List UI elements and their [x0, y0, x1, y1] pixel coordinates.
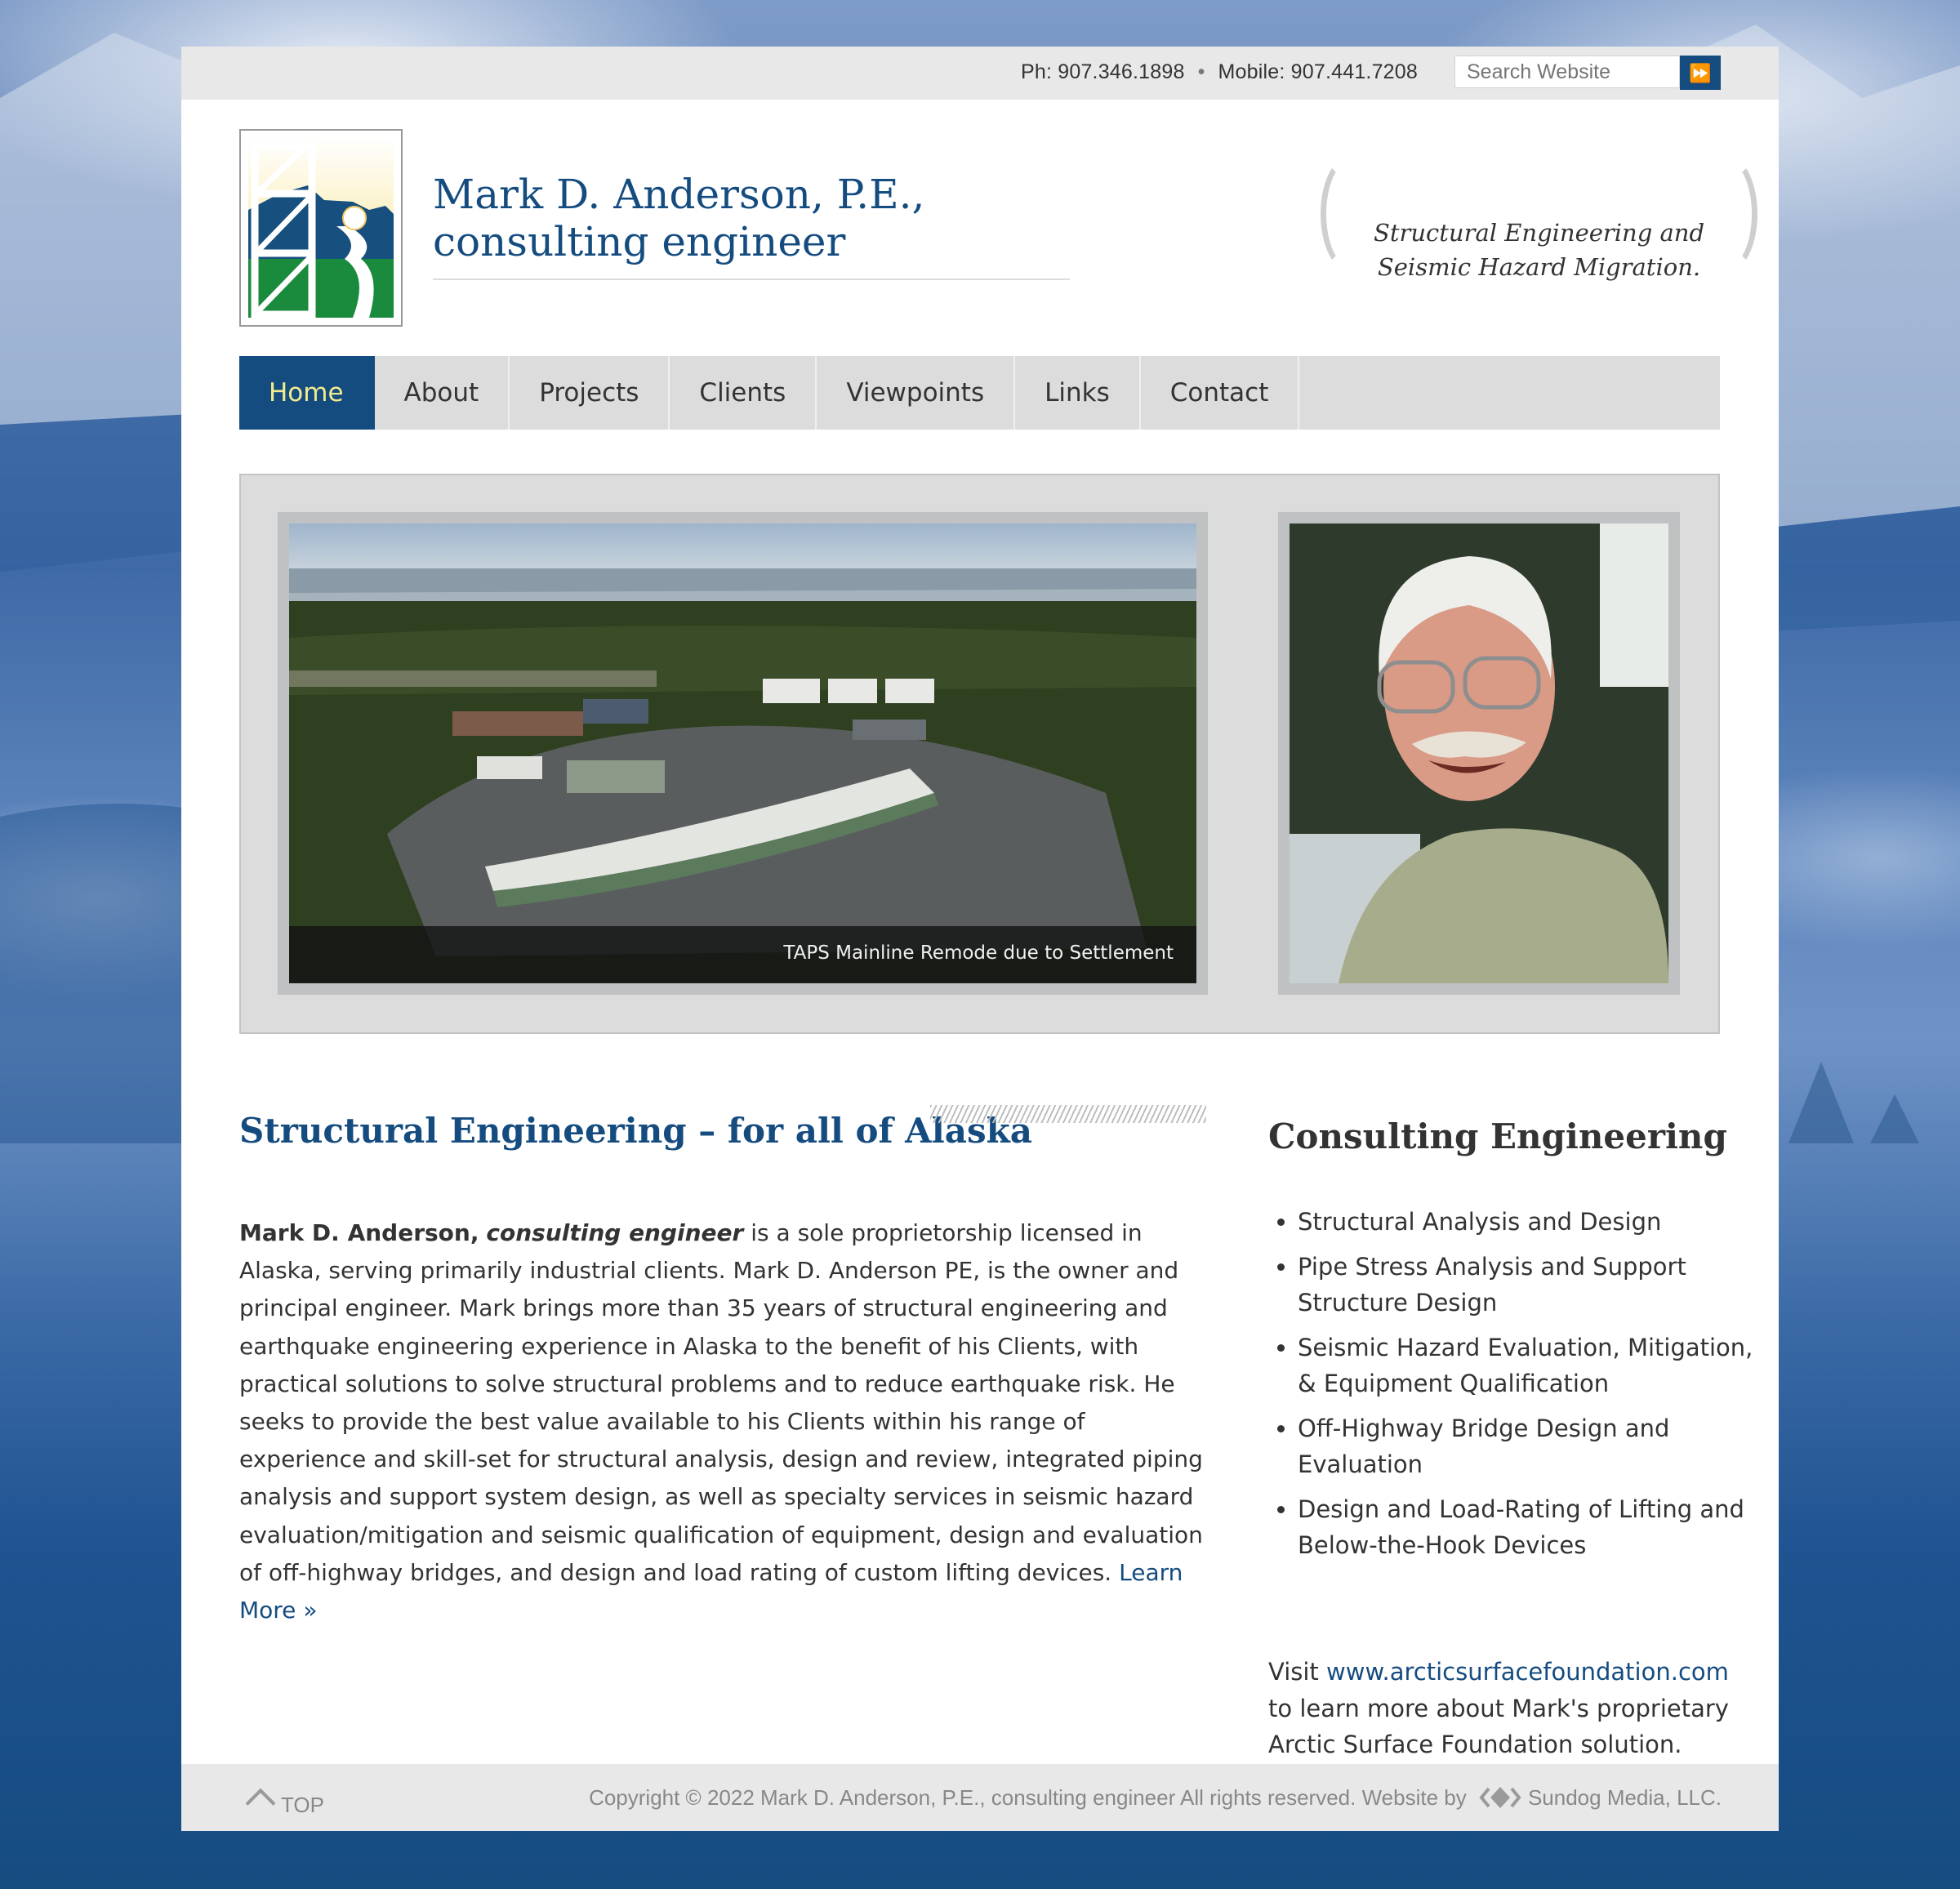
- nav-item-clients[interactable]: Clients: [670, 356, 817, 430]
- tagline-text: Structural Engineering and Seismic Hazar…: [1361, 216, 1717, 284]
- engineer-portrait-image: [1290, 523, 1668, 983]
- service-item: Off-Highway Bridge Design and Evaluation: [1298, 1410, 1755, 1482]
- tagline-line1: Structural Engineering and: [1373, 219, 1705, 247]
- nav-item-projects[interactable]: Projects: [510, 356, 670, 430]
- logo-frame-mountain-icon: [248, 138, 394, 319]
- site-title-line1: Mark D. Anderson, P.E.,: [433, 171, 925, 218]
- project-photo-frame: TAPS Mainline Remode due to Settlement: [277, 511, 1209, 996]
- slide-caption: TAPS Mainline Remode due to Settlement: [289, 926, 1196, 983]
- top-label: TOP: [281, 1793, 324, 1817]
- nav-item-links[interactable]: Links: [1015, 356, 1141, 430]
- visit-paragraph: Visit www.arcticsurfacefoundation.com to…: [1268, 1654, 1734, 1763]
- search-button[interactable]: ⏩: [1680, 56, 1721, 90]
- footer: TOP Copyright © 2022 Mark D. Anderson, P…: [181, 1764, 1779, 1831]
- aerial-facility-image: [289, 523, 1196, 983]
- sundog-media-link[interactable]: Sundog Media, LLC.: [1528, 1785, 1722, 1810]
- sidebar-heading: Consulting Engineering: [1268, 1116, 1727, 1156]
- page-container: Ph: 907.346.1898 • Mobile: 907.441.7208 ⏩: [181, 47, 1779, 1831]
- contact-info: Ph: 907.346.1898 • Mobile: 907.441.7208: [1021, 60, 1418, 84]
- intro-italic-title: consulting engineer: [486, 1219, 744, 1246]
- top-bar: Ph: 907.346.1898 • Mobile: 907.441.7208 ⏩: [181, 47, 1779, 100]
- nav-item-viewpoints[interactable]: Viewpoints: [817, 356, 1016, 430]
- back-to-top-link[interactable]: TOP: [245, 1784, 324, 1819]
- tagline: Structural Engineering and Seismic Hazar…: [1321, 157, 1757, 320]
- separator-dot: •: [1197, 60, 1205, 83]
- visit-prefix: Visit: [1268, 1658, 1327, 1686]
- search-input[interactable]: [1454, 56, 1680, 88]
- intro-bold-name: Mark D. Anderson,: [239, 1219, 479, 1246]
- visit-suffix: to learn more about Mark's proprietary A…: [1268, 1694, 1729, 1759]
- mobile-number[interactable]: Mobile: 907.441.7208: [1218, 60, 1418, 83]
- arctic-surface-foundation-link[interactable]: www.arcticsurfacefoundation.com: [1326, 1658, 1729, 1686]
- project-photo[interactable]: TAPS Mainline Remode due to Settlement: [289, 523, 1196, 983]
- service-item: Structural Analysis and Design: [1298, 1204, 1755, 1240]
- portrait-photo: [1290, 523, 1668, 983]
- chevron-up-icon: [245, 1788, 276, 1819]
- nav-item-home[interactable]: Home: [239, 356, 375, 430]
- main-nav: Home About Projects Clients Viewpoints L…: [239, 356, 1720, 430]
- service-item: Design and Load-Rating of Lifting and Be…: [1298, 1491, 1755, 1563]
- site-title-line2: consulting engineer: [433, 218, 846, 265]
- image-slider: TAPS Mainline Remode due to Settlement: [239, 474, 1720, 1034]
- copyright-text: Copyright © 2022 Mark D. Anderson, P.E.,…: [589, 1785, 1722, 1811]
- copyright-label: Copyright © 2022 Mark D. Anderson, P.E.,…: [589, 1785, 1467, 1810]
- heading-hatch-decoration: [930, 1105, 1206, 1123]
- nav-item-about[interactable]: About: [375, 356, 510, 430]
- tagline-line2: Seismic Hazard Migration.: [1377, 253, 1701, 281]
- main-heading: Structural Engineering – for all of Alas…: [239, 1111, 1032, 1152]
- nav-item-contact[interactable]: Contact: [1141, 356, 1300, 430]
- site-title[interactable]: Mark D. Anderson, P.E., consulting engin…: [433, 171, 1070, 280]
- double-chevron-right-icon: ⏩: [1689, 63, 1712, 83]
- portrait-frame: [1277, 511, 1681, 996]
- service-item: Pipe Stress Analysis and Support Structu…: [1298, 1249, 1755, 1321]
- sundog-media-logo-icon[interactable]: [1479, 1785, 1521, 1810]
- site-logo[interactable]: [239, 129, 403, 327]
- intro-paragraph: Mark D. Anderson, consulting engineer is…: [239, 1214, 1215, 1629]
- service-item: Seismic Hazard Evaluation, Mitigation, &…: [1298, 1330, 1755, 1401]
- intro-body: is a sole proprietorship licensed in Ala…: [239, 1219, 1203, 1586]
- phone-number[interactable]: Ph: 907.346.1898: [1021, 60, 1185, 83]
- services-list: Structural Analysis and Design Pipe Stre…: [1268, 1204, 1755, 1572]
